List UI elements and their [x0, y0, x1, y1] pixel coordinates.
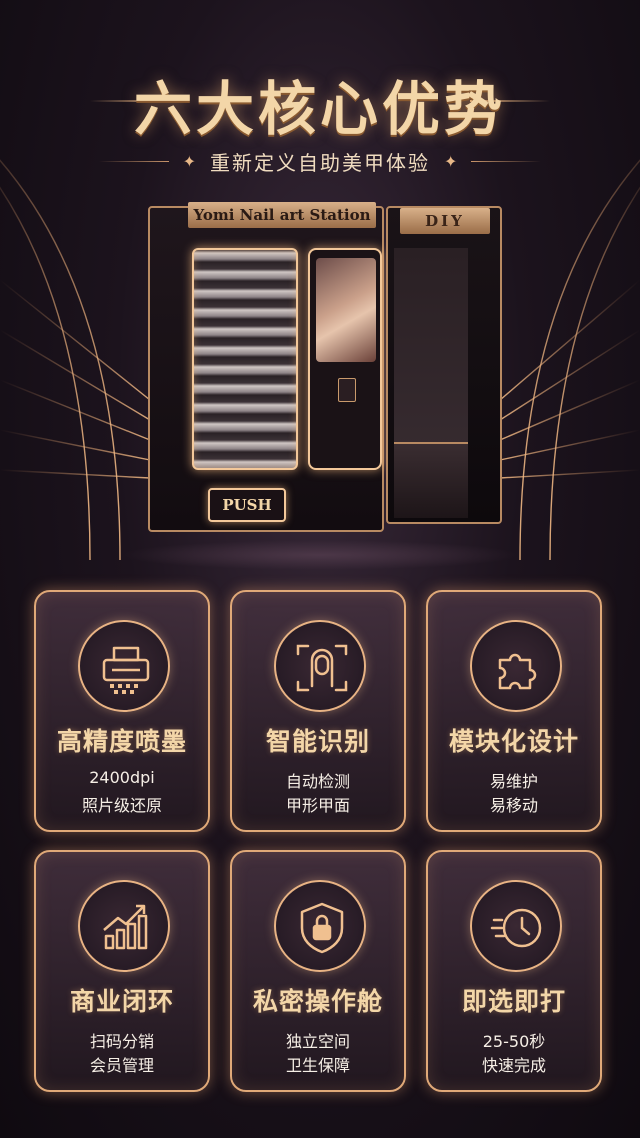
- subtitle-line-left: [98, 160, 169, 162]
- feature-desc-line-1: 2400dpi: [89, 768, 155, 787]
- diy-sign: DIY: [400, 208, 490, 234]
- machine-brand-sign: Yomi Nail art Station: [188, 202, 376, 228]
- feature-card-privacy: 私密操作舱 独立空间 卫生保障: [230, 850, 406, 1092]
- growth-chart-icon: [78, 880, 170, 972]
- product-shelf: [192, 248, 298, 470]
- fast-clock-icon: [470, 880, 562, 972]
- feature-title: 高精度喷墨: [56, 727, 187, 756]
- feature-desc-line-2: 会员管理: [89, 1056, 154, 1075]
- feature-desc-line-1: 自动检测: [285, 772, 350, 791]
- feature-desc-line-1: 扫码分销: [89, 1032, 154, 1051]
- screen-model-photo: [316, 258, 376, 362]
- printer-icon: [78, 620, 170, 712]
- feature-desc-line-2: 甲形甲面: [285, 796, 350, 815]
- feature-title: 模块化设计: [448, 727, 579, 756]
- page-subtitle: 重新定义自助美甲体验: [210, 150, 430, 175]
- page-title: 六大核心优势: [133, 75, 506, 143]
- star-icon: ✦: [444, 151, 458, 171]
- feature-title: 智能识别: [265, 727, 370, 756]
- qr-scanner: [338, 378, 356, 402]
- feature-desc-line-1: 易维护: [489, 772, 538, 791]
- feature-desc-line-1: 25-50秒: [482, 1032, 546, 1051]
- puzzle-icon: [470, 620, 562, 712]
- machine-diy-booth: [386, 206, 502, 524]
- star-icon: ✦: [182, 151, 196, 171]
- feature-desc-line-2: 快速完成: [481, 1056, 546, 1075]
- feature-title: 即选即打: [461, 987, 566, 1016]
- feature-card-fast-print: 即选即打 25-50秒 快速完成: [426, 850, 602, 1092]
- feature-desc-line-2: 照片级还原: [81, 796, 162, 815]
- feature-card-modular: 模块化设计 易维护 易移动: [426, 590, 602, 832]
- feature-title: 私密操作舱: [252, 987, 383, 1016]
- push-button: PUSH: [208, 488, 286, 522]
- subtitle-row: ✦ 重新定义自助美甲体验 ✦: [0, 146, 640, 176]
- machine-vending-cabinet: PUSH: [148, 206, 384, 532]
- machine-screen: [308, 248, 382, 470]
- subtitle-line-right: [471, 160, 542, 162]
- feature-desc-line-2: 卫生保障: [285, 1056, 350, 1075]
- feature-title: 商业闭环: [69, 987, 174, 1016]
- feature-desc-line-1: 独立空间: [285, 1032, 350, 1051]
- booth-seat: [394, 442, 468, 518]
- nail-art-machine-image: PUSH Yomi Nail art Station DIY: [148, 198, 502, 548]
- feature-desc-line-2: 易移动: [489, 796, 538, 815]
- finger-scan-icon: [274, 620, 366, 712]
- feature-card-recognition: 智能识别 自动检测 甲形甲面: [230, 590, 406, 832]
- shield-lock-icon: [274, 880, 366, 972]
- feature-card-inkjet: 高精度喷墨 2400dpi 照片级还原: [34, 590, 210, 832]
- feature-card-business: 商业闭环 扫码分销 会员管理: [34, 850, 210, 1092]
- floor-reflection: [120, 540, 520, 570]
